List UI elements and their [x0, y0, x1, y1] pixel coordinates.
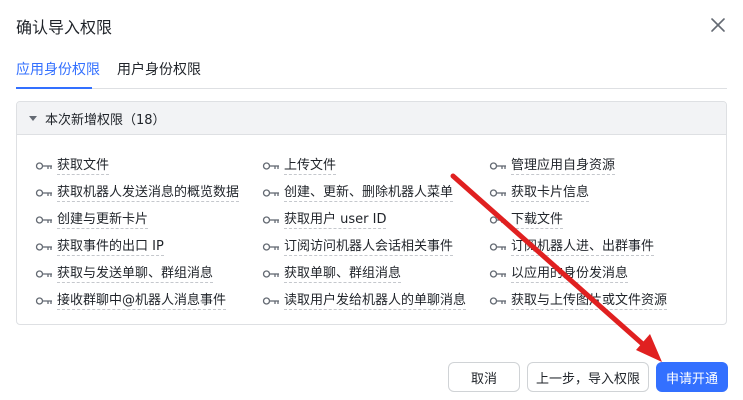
active-tab-indicator	[16, 87, 92, 89]
key-icon	[35, 215, 52, 224]
permission-label: 获取与发送单聊、群组消息	[57, 265, 214, 283]
permission-label: 获取用户 user ID	[284, 211, 387, 229]
permission-label: 获取卡片信息	[511, 184, 590, 202]
key-icon	[489, 215, 506, 224]
key-icon	[35, 242, 52, 251]
permission-label: 管理应用自身资源	[511, 157, 616, 175]
permission-label: 接收群聊中@机器人消息事件	[57, 292, 227, 310]
close-icon	[711, 18, 725, 32]
permission-label: 创建与更新卡片	[57, 211, 149, 229]
permission-label: 上传文件	[284, 157, 337, 175]
key-icon	[489, 269, 506, 278]
permission-label: 订阅机器人进、出群事件	[511, 238, 655, 256]
permission-label: 订阅访问机器人会话相关事件	[284, 238, 454, 256]
permission-item: 订阅机器人进、出群事件	[489, 238, 716, 256]
permission-row: 获取文件 上传文件 管理应用自身资源	[35, 152, 725, 179]
new-permissions-title: 本次新增权限（18）	[45, 112, 166, 128]
key-icon	[262, 242, 279, 251]
permission-label: 获取与上传图片或文件资源	[511, 292, 668, 310]
permission-row: 创建与更新卡片 获取用户 user ID 下载文件	[35, 206, 725, 233]
key-icon	[35, 161, 52, 170]
permission-item: 创建、更新、删除机器人菜单	[262, 184, 489, 202]
key-icon	[489, 161, 506, 170]
key-icon	[262, 215, 279, 224]
key-icon	[262, 188, 279, 197]
key-icon	[35, 269, 52, 278]
key-icon	[35, 296, 52, 305]
tab-app-identity-permissions[interactable]: 应用身份权限	[16, 59, 100, 79]
permission-item: 管理应用自身资源	[489, 157, 716, 175]
permission-item: 获取文件	[35, 157, 262, 175]
permission-item: 获取与发送单聊、群组消息	[35, 265, 262, 283]
permission-item: 获取机器人发送消息的概览数据	[35, 184, 262, 202]
tab-user-identity-permissions[interactable]: 用户身份权限	[117, 59, 201, 79]
confirm-import-permissions-dialog: 确认导入权限 应用身份权限 用户身份权限 本次新增权限（18） 获取文件 上传文	[0, 0, 743, 400]
key-icon	[262, 269, 279, 278]
permission-item: 获取卡片信息	[489, 184, 716, 202]
permission-item: 获取事件的出口 IP	[35, 238, 262, 256]
permission-item: 以应用的身份发消息	[489, 265, 716, 283]
permission-label: 以应用的身份发消息	[511, 265, 629, 283]
permission-item: 接收群聊中@机器人消息事件	[35, 292, 262, 310]
close-button[interactable]	[707, 14, 729, 36]
permission-row: 接收群聊中@机器人消息事件 读取用户发给机器人的单聊消息 获取与上传图片或文件资…	[35, 287, 725, 314]
permission-label: 获取文件	[57, 157, 110, 175]
key-icon	[489, 242, 506, 251]
key-icon	[35, 188, 52, 197]
cancel-button[interactable]: 取消	[448, 362, 520, 392]
permission-item: 读取用户发给机器人的单聊消息	[262, 292, 489, 310]
permission-tabs: 应用身份权限 用户身份权限	[16, 50, 727, 89]
permission-row: 获取事件的出口 IP 订阅访问机器人会话相关事件 订阅机器人进、出群事件	[35, 233, 725, 260]
key-icon	[489, 296, 506, 305]
permission-list: 获取文件 上传文件 管理应用自身资源 获取机器人发送消息的概览数据 创建、更新、…	[35, 152, 725, 314]
permission-item: 创建与更新卡片	[35, 211, 262, 229]
caret-down-icon	[29, 115, 37, 121]
permission-item: 订阅访问机器人会话相关事件	[262, 238, 489, 256]
permission-item: 上传文件	[262, 157, 489, 175]
permission-label: 获取单聊、群组消息	[284, 265, 402, 283]
permission-item: 下载文件	[489, 211, 716, 229]
permission-label: 获取机器人发送消息的概览数据	[57, 184, 240, 202]
previous-step-import-button[interactable]: 上一步，导入权限	[527, 362, 649, 392]
permission-item: 获取用户 user ID	[262, 211, 489, 229]
permission-label: 创建、更新、删除机器人菜单	[284, 184, 454, 202]
dialog-title: 确认导入权限	[16, 18, 113, 37]
permission-row: 获取机器人发送消息的概览数据 创建、更新、删除机器人菜单 获取卡片信息	[35, 179, 725, 206]
new-permissions-header[interactable]: 本次新增权限（18）	[17, 102, 726, 135]
permission-item: 获取单聊、群组消息	[262, 265, 489, 283]
permission-label: 下载文件	[511, 211, 564, 229]
key-icon	[262, 161, 279, 170]
permission-row: 获取与发送单聊、群组消息 获取单聊、群组消息 以应用的身份发消息	[35, 260, 725, 287]
permission-label: 获取事件的出口 IP	[57, 238, 164, 256]
apply-enable-button[interactable]: 申请开通	[656, 362, 728, 392]
permission-item: 获取与上传图片或文件资源	[489, 292, 716, 310]
new-permissions-panel: 本次新增权限（18） 获取文件 上传文件 管理应用自身资源 获取机器人发送消息的…	[16, 101, 727, 325]
key-icon	[489, 188, 506, 197]
permission-label: 读取用户发给机器人的单聊消息	[284, 292, 467, 310]
key-icon	[262, 296, 279, 305]
